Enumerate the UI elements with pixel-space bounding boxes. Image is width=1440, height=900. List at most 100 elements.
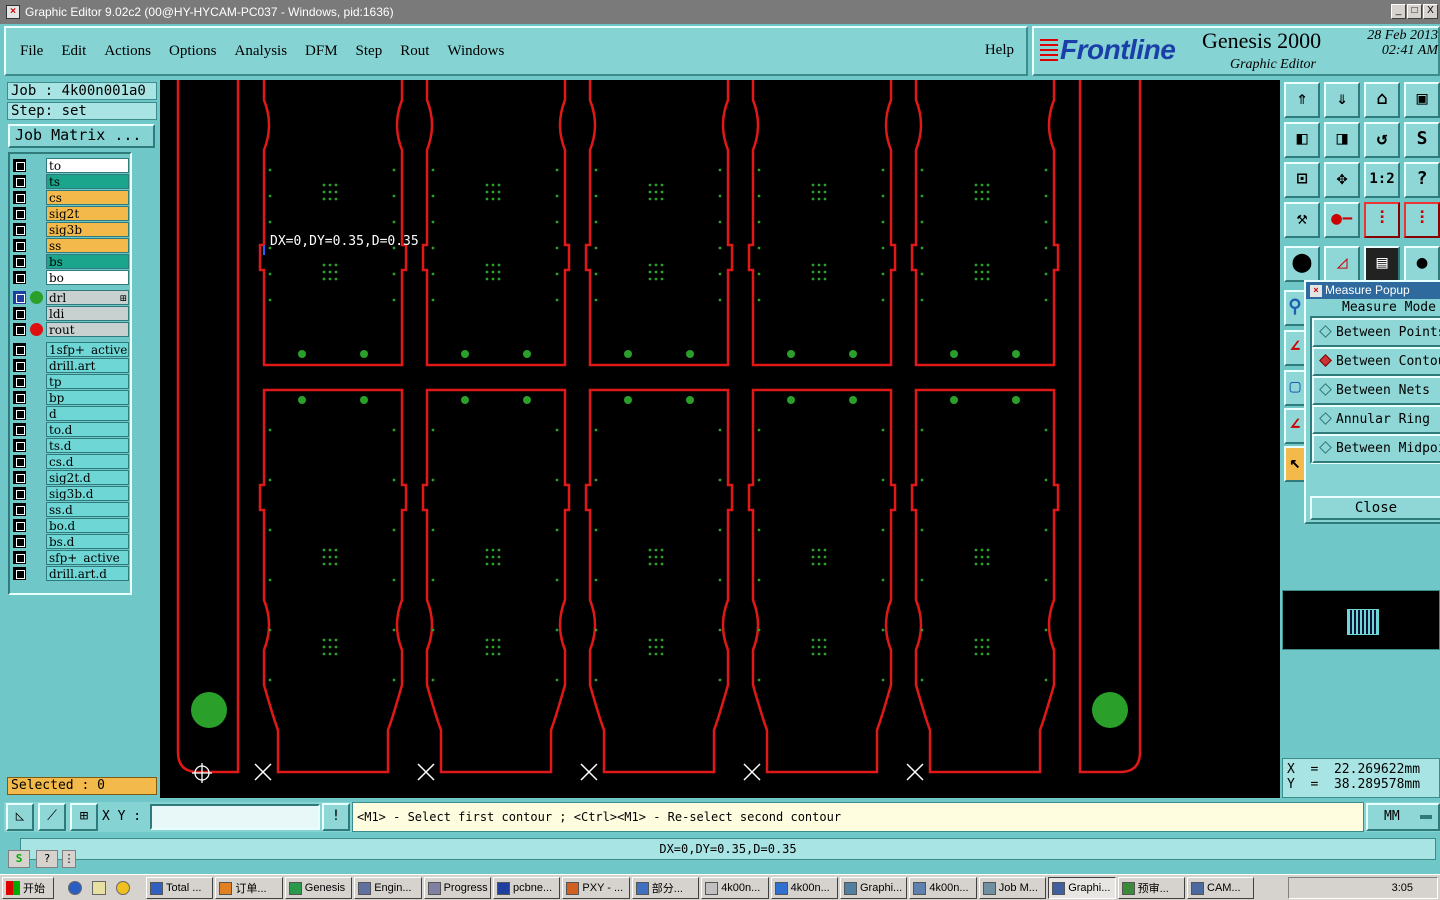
edge-tool-1-icon[interactable]: ⚲ [1284, 290, 1306, 326]
layer-row-ss[interactable]: ss [12, 238, 129, 253]
layer-name[interactable]: sig2t.d [46, 470, 129, 485]
taskbar-item[interactable]: 部分... [631, 877, 700, 899]
layer-checkbox[interactable] [13, 271, 26, 284]
layer-name[interactable]: drill.art.d [46, 566, 129, 581]
layer-name[interactable]: to.d [46, 422, 129, 437]
browser-icon[interactable] [68, 881, 82, 895]
center-icon[interactable]: ✥ [1324, 162, 1360, 198]
layer-row-1sfp+_active[interactable]: 1sfp+_active [12, 342, 129, 357]
layer-name[interactable]: cs [46, 190, 129, 205]
menu-step[interactable]: Step [347, 43, 392, 60]
layer-checkbox[interactable] [13, 471, 26, 484]
layer-name[interactable]: bs [46, 254, 129, 269]
taskbar-item[interactable]: Graphi... [840, 877, 908, 899]
layer-name[interactable]: sig3b.d [46, 486, 129, 501]
layer-checkbox[interactable] [13, 239, 26, 252]
layer-row-bs[interactable]: bs [12, 254, 129, 269]
redraw-icon[interactable]: S [1404, 122, 1440, 158]
edge-tool-5-icon[interactable]: ↖ [1284, 446, 1306, 482]
probe-icon[interactable]: ●− [1324, 202, 1360, 238]
ruler-icon[interactable]: ▤ [1364, 246, 1400, 282]
menu-windows[interactable]: Windows [438, 43, 513, 60]
layer-checkbox[interactable] [13, 391, 26, 404]
menu-actions[interactable]: Actions [95, 43, 160, 60]
taskbar-item[interactable]: Job M... [978, 877, 1047, 899]
close-button[interactable]: Close [1310, 496, 1440, 520]
layer-name[interactable]: bo [46, 270, 129, 285]
layer-name[interactable]: ss.d [46, 502, 129, 517]
layer-name[interactable]: tp [46, 374, 129, 389]
zoom-window-icon[interactable]: ▣ [1404, 82, 1440, 118]
layer-checkbox[interactable] [13, 175, 26, 188]
layer-checkbox[interactable] [13, 567, 26, 580]
xy-input[interactable] [150, 804, 320, 830]
taskbar-item[interactable]: 预审... [1117, 877, 1185, 899]
taskbar-item[interactable]: 4k00n... [770, 877, 838, 899]
graphic-canvas[interactable]: DX=0,DY=0.35,D=0.35 [160, 80, 1280, 798]
zoom-1-2-icon[interactable]: 1:2 [1364, 162, 1400, 198]
layer-name[interactable]: bp [46, 390, 129, 405]
layer-checkbox[interactable] [13, 503, 26, 516]
home-up-icon[interactable]: ⇑ [1284, 82, 1320, 118]
layer-checkbox[interactable] [13, 191, 26, 204]
measure-option[interactable]: Annular Ring [1312, 405, 1440, 434]
layer-name[interactable]: ts [46, 174, 129, 189]
layer-row-sig2t[interactable]: sig2t [12, 206, 129, 221]
info-button[interactable]: ! [322, 803, 350, 831]
measure-popup-titlebar[interactable]: × Measure Popup [1306, 282, 1440, 299]
pan-right-icon[interactable]: ◨ [1324, 122, 1360, 158]
layer-checkbox[interactable] [13, 323, 26, 336]
layer-checkbox[interactable] [13, 535, 26, 548]
layer-row-to.d[interactable]: to.d [12, 422, 129, 437]
layer-checkbox[interactable] [13, 487, 26, 500]
layer-row-bp[interactable]: bp [12, 390, 129, 405]
edge-tool-4-icon[interactable]: ∠ [1284, 408, 1306, 444]
layer-row-bs.d[interactable]: bs.d [12, 534, 129, 549]
layer-name[interactable]: bo.d [46, 518, 129, 533]
taskbar-item[interactable]: 订单... [215, 877, 283, 899]
layer-row-drill.art[interactable]: drill.art [12, 358, 129, 373]
layer-checkbox[interactable] [13, 423, 26, 436]
layer-row-bo[interactable]: bo [12, 270, 129, 285]
layer-checkbox[interactable] [13, 359, 26, 372]
layer-name[interactable]: 1sfp+_active [46, 342, 129, 357]
layer-row-tp[interactable]: tp [12, 374, 129, 389]
help-icon[interactable]: ? [1404, 162, 1440, 198]
circle-icon[interactable]: ● [1404, 246, 1440, 282]
minimize-button[interactable]: _ [1391, 4, 1406, 19]
menu-edit[interactable]: Edit [52, 43, 95, 60]
layer-checkbox[interactable] [13, 307, 26, 320]
menu-analysis[interactable]: Analysis [226, 43, 297, 60]
layers-red-1-icon[interactable]: ⫶ [1364, 202, 1400, 238]
taskbar-item[interactable]: Engin... [354, 877, 422, 899]
menu-rout[interactable]: Rout [391, 43, 438, 60]
layer-row-cs[interactable]: cs [12, 190, 129, 205]
menu-help[interactable]: Help [985, 42, 1014, 59]
shell-icon[interactable]: S [8, 850, 30, 868]
layer-checkbox[interactable] [13, 159, 26, 172]
home-icon[interactable]: ⌂ [1364, 82, 1400, 118]
taskbar-item[interactable]: 4k00n... [701, 877, 769, 899]
layer-name[interactable]: drill.art [46, 358, 129, 373]
job-matrix-button[interactable]: Job Matrix ... [8, 124, 155, 148]
taskbar-item[interactable]: 4k00n... [909, 877, 977, 899]
layer-checkbox[interactable] [13, 375, 26, 388]
layer-name[interactable]: cs.d [46, 454, 129, 469]
media-icon[interactable] [116, 881, 130, 895]
edge-tool-2-icon[interactable]: ∠ [1284, 330, 1306, 366]
pan-left-icon[interactable]: ◧ [1284, 122, 1320, 158]
overview-thumbnail[interactable] [1282, 590, 1440, 650]
layer-name[interactable]: bs.d [46, 534, 129, 549]
layer-checkbox[interactable] [13, 255, 26, 268]
units-select[interactable]: MM [1366, 803, 1440, 831]
layer-row-ts.d[interactable]: ts.d [12, 438, 129, 453]
measure-option[interactable]: Between Midpoints [1312, 434, 1440, 463]
taskbar-item[interactable]: Graphi... [1048, 877, 1116, 899]
layer-checkbox[interactable] [13, 455, 26, 468]
layer-name[interactable]: to [46, 158, 129, 173]
layer-row-sig3b.d[interactable]: sig3b.d [12, 486, 129, 501]
menu-dfm[interactable]: DFM [296, 43, 347, 60]
measure-option[interactable]: Between Nets [1312, 376, 1440, 405]
layer-row-bo.d[interactable]: bo.d [12, 518, 129, 533]
taskbar-item[interactable]: Progress [423, 877, 491, 899]
